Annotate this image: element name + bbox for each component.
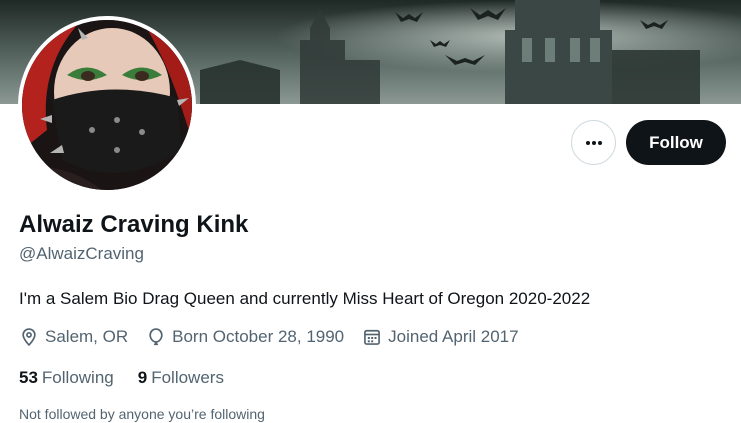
birthday-item: Born October 28, 1990 — [146, 327, 344, 347]
joined-text: Joined April 2017 — [388, 327, 519, 346]
follow-stats: 53 Following 9 Followers — [19, 368, 248, 388]
followers-label: Followers — [151, 368, 224, 387]
profile-meta: Salem, OR Born October 28, 1990 Joined A… — [19, 325, 537, 349]
profile-bio: I'm a Salem Bio Drag Queen and currently… — [19, 289, 591, 308]
profile-avatar[interactable] — [18, 16, 196, 194]
follow-button[interactable]: Follow — [626, 120, 726, 165]
following-label: Following — [41, 368, 114, 387]
user-handle: @AlwaizCraving — [19, 244, 144, 263]
followers-link[interactable]: 9 Followers — [138, 368, 224, 388]
social-context-text: Not followed by anyone you’re following — [19, 406, 265, 422]
balloon-icon — [149, 328, 163, 346]
followers-count: 9 — [137, 368, 148, 387]
joined-item: Joined April 2017 — [362, 327, 519, 347]
more-options-button[interactable] — [571, 120, 616, 165]
display-name: Alwaiz Craving Kink — [19, 211, 249, 238]
following-link[interactable]: 53 Following — [19, 368, 114, 388]
location-item: Salem, OR — [19, 327, 128, 347]
location-pin-icon — [22, 328, 36, 347]
location-text: Salem, OR — [45, 327, 129, 346]
avatar-image — [22, 20, 192, 190]
birthday-text: Born October 28, 1990 — [172, 327, 345, 346]
following-count: 53 — [19, 368, 38, 387]
more-horizontal-icon — [585, 140, 602, 145]
calendar-icon — [364, 329, 381, 345]
